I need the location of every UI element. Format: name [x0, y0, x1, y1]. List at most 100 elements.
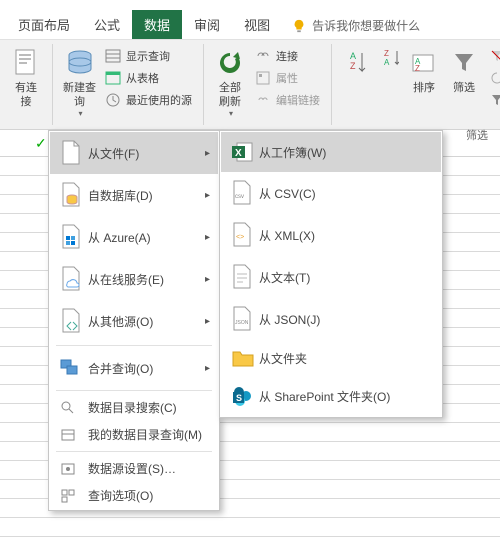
properties-button[interactable]: 属性 [252, 68, 323, 88]
text-icon [231, 264, 253, 290]
separator [56, 451, 212, 452]
from-file-item[interactable]: 从文件(F) ▸ [50, 132, 218, 174]
from-azure-item[interactable]: 从 Azure(A) ▸ [50, 216, 218, 258]
chevron-right-icon: ▸ [205, 190, 210, 201]
chevron-down-icon: ▾ [78, 109, 82, 118]
ribbon: 有连接 新建查 询 ▾ 显示查询 从表格 最近使用的源 全部刷新 ▾ 连接 属性… [0, 40, 500, 130]
from-sharepoint-item[interactable]: S 从 SharePoint 文件夹(O) [221, 376, 441, 416]
refresh-icon [215, 48, 245, 78]
check-icon[interactable]: ✓ [35, 135, 47, 152]
existing-connections-button[interactable]: 有连接 [6, 44, 46, 112]
combine-queries-item[interactable]: 合并查询(O) ▸ [50, 349, 218, 387]
from-json-item[interactable]: JSON 从 JSON(J) [221, 298, 441, 340]
chevron-down-icon: ▾ [229, 109, 233, 118]
chevron-right-icon: ▸ [205, 363, 210, 374]
from-csv-item[interactable]: csv 从 CSV(C) [221, 172, 441, 214]
from-folder-item[interactable]: 从文件夹 [221, 340, 441, 376]
lightbulb-icon [292, 19, 306, 33]
refresh-all-label: 全部刷新 [214, 81, 246, 109]
from-text-item[interactable]: 从文本(T) [221, 256, 441, 298]
from-other-label: 从其他源(O) [88, 313, 205, 330]
clear-button[interactable]: 清除 [486, 46, 500, 66]
svg-text:A: A [384, 58, 390, 67]
advanced-button[interactable]: 高级 [486, 90, 500, 110]
sort-za-button[interactable]: ZA [380, 48, 402, 68]
options-icon [60, 488, 76, 504]
catalog-search-item[interactable]: 数据目录搜索(C) [50, 394, 218, 421]
from-database-label: 自数据库(D) [88, 187, 205, 204]
from-other-item[interactable]: 从其他源(O) ▸ [50, 300, 218, 342]
settings-icon [60, 461, 76, 477]
chevron-right-icon: ▸ [205, 148, 210, 159]
reapply-button[interactable]: 重新 [486, 68, 500, 88]
catalog-search-label: 数据目录搜索(C) [88, 399, 210, 416]
source-settings-item[interactable]: 数据源设置(S)… [50, 455, 218, 482]
xml-icon: <> [231, 222, 253, 248]
advanced-icon [490, 93, 500, 107]
svg-text:A: A [350, 51, 356, 61]
svg-text:Z: Z [350, 61, 356, 71]
from-sharepoint-label: 从 SharePoint 文件夹(O) [259, 388, 433, 405]
refresh-all-button[interactable]: 全部刷新 ▾ [210, 44, 250, 121]
sort-za-icon: ZA [383, 48, 399, 68]
tab-formulas[interactable]: 公式 [82, 10, 132, 39]
separator [56, 390, 212, 391]
tab-view[interactable]: 视图 [232, 10, 282, 39]
file-azure-icon [60, 224, 82, 250]
database-icon [65, 48, 95, 78]
svg-text:csv: csv [235, 194, 244, 200]
table-icon [105, 70, 121, 86]
new-query-menu: 从文件(F) ▸ 自数据库(D) ▸ 从 Azure(A) ▸ 从在线服务(E)… [48, 130, 220, 511]
catalog-icon [60, 427, 76, 443]
svg-text:Z: Z [384, 49, 389, 58]
tab-page-layout[interactable]: 页面布局 [6, 10, 82, 39]
svg-text:S: S [236, 393, 242, 403]
connections-button[interactable]: 连接 [252, 46, 323, 66]
filter-group-label: 筛选 [466, 127, 488, 143]
chevron-right-icon: ▸ [205, 274, 210, 285]
file-cloud-icon [60, 266, 82, 292]
svg-text:JSON: JSON [235, 320, 249, 326]
reapply-icon [490, 71, 500, 85]
tell-me-label: 告诉我你想要做什么 [312, 17, 420, 34]
sort-az-icon: AZ [348, 49, 368, 77]
link-icon [255, 48, 271, 64]
from-database-item[interactable]: 自数据库(D) ▸ [50, 174, 218, 216]
file-other-icon [60, 308, 82, 334]
properties-label: 属性 [276, 70, 298, 86]
new-query-button[interactable]: 新建查 询 ▾ [59, 44, 100, 121]
my-catalog-label: 我的数据目录查询(M) [88, 426, 210, 443]
file-icon [60, 140, 82, 166]
from-xml-item[interactable]: <> 从 XML(X) [221, 214, 441, 256]
recent-sources-button[interactable]: 最近使用的源 [102, 90, 195, 110]
query-options-item[interactable]: 查询选项(O) [50, 482, 218, 509]
from-workbook-label: 从工作簿(W) [259, 144, 433, 161]
chevron-right-icon: ▸ [205, 232, 210, 243]
tab-data[interactable]: 数据 [132, 10, 182, 39]
show-queries-label: 显示查询 [126, 48, 170, 64]
sort-label: 排序 [413, 81, 435, 95]
from-json-label: 从 JSON(J) [259, 311, 433, 328]
from-table-button[interactable]: 从表格 [102, 68, 195, 88]
sort-az-button[interactable]: AZ [338, 44, 378, 82]
edit-links-label: 编辑链接 [276, 92, 320, 108]
from-table-label: 从表格 [126, 70, 159, 86]
grid-icon [105, 48, 121, 64]
csv-icon: csv [231, 180, 253, 206]
from-online-item[interactable]: 从在线服务(E) ▸ [50, 258, 218, 300]
chevron-right-icon: ▸ [205, 316, 210, 327]
query-options-label: 查询选项(O) [88, 487, 210, 504]
edit-links-button[interactable]: 编辑链接 [252, 90, 323, 110]
from-workbook-item[interactable]: X 从工作簿(W) [221, 132, 441, 172]
sort-dialog-icon: AZ [411, 51, 437, 75]
sort-button[interactable]: AZ 排序 [404, 44, 444, 98]
my-catalog-item[interactable]: 我的数据目录查询(M) [50, 421, 218, 448]
filter-button[interactable]: 筛选 [444, 44, 484, 98]
file-icon [13, 48, 39, 78]
show-queries-button[interactable]: 显示查询 [102, 46, 195, 66]
folder-icon [231, 348, 255, 368]
funnel-icon [451, 50, 477, 76]
tell-me[interactable]: 告诉我你想要做什么 [282, 12, 430, 39]
tab-review[interactable]: 审阅 [182, 10, 232, 39]
search-icon [60, 400, 76, 416]
